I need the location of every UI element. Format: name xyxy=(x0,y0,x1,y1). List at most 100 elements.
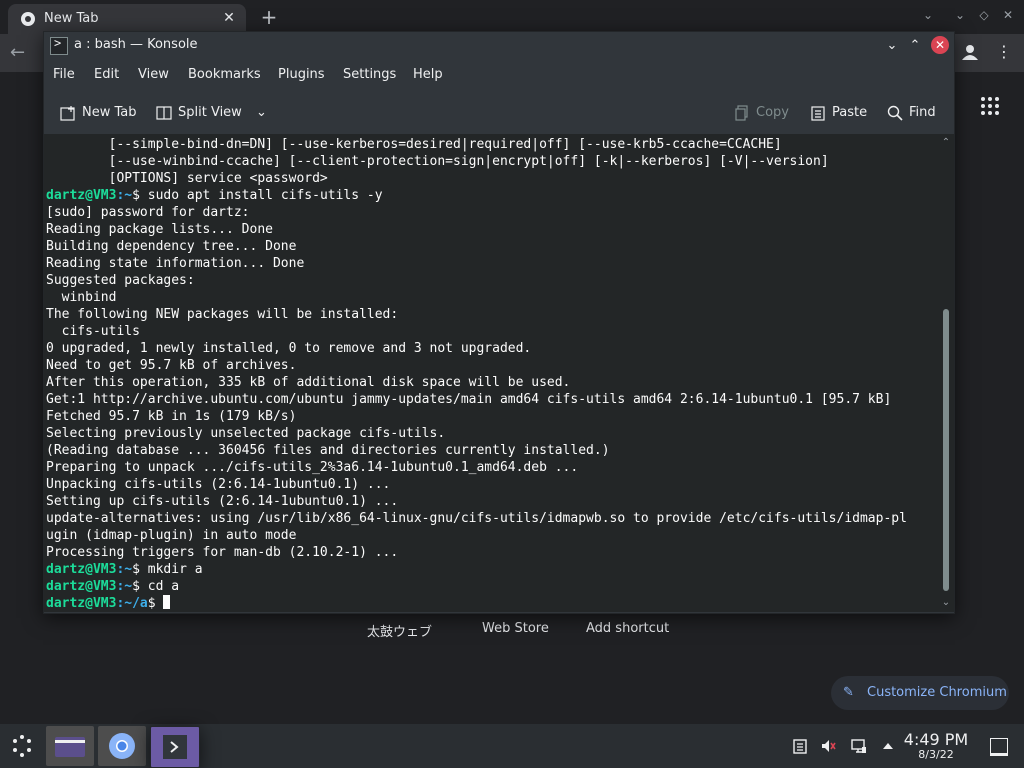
split-view-button[interactable]: Split View ⌄ xyxy=(156,102,267,124)
taskbar-chromium[interactable] xyxy=(98,726,146,766)
terminal-line: Reading package lists... Done xyxy=(46,222,273,237)
volume-muted-icon[interactable] xyxy=(820,738,836,754)
minimize-icon[interactable]: ⌄ xyxy=(950,8,970,26)
find-button[interactable]: Find xyxy=(887,102,936,124)
scroll-down-icon[interactable]: ⌄ xyxy=(938,596,954,610)
prompt-path: :~/a xyxy=(116,596,148,611)
scrollbar-thumb[interactable] xyxy=(943,309,949,591)
menu-plugins[interactable]: Plugins xyxy=(278,67,325,82)
menu-view[interactable]: View xyxy=(138,67,169,82)
copy-icon xyxy=(735,104,748,121)
menu-edit[interactable]: Edit xyxy=(94,67,119,82)
close-window-icon[interactable]: ✕ xyxy=(998,8,1018,26)
browser-menu-icon[interactable]: ⋮ xyxy=(996,42,1012,62)
tab-search-chevron-icon[interactable]: ⌄ xyxy=(918,8,938,26)
tab-close-icon[interactable]: ✕ xyxy=(220,9,238,27)
minimize-icon[interactable]: ⌄ xyxy=(883,37,901,55)
command-text: sudo apt install cifs-utils -y xyxy=(139,188,383,203)
customize-label: Customize Chromium xyxy=(867,685,1007,700)
clipboard-icon[interactable] xyxy=(792,738,808,754)
terminal-scrollbar[interactable]: ⌃ ⌄ xyxy=(938,134,954,612)
customize-chromium-button[interactable]: ✎ Customize Chromium xyxy=(831,676,1009,710)
terminal-output[interactable]: [--simple-bind-dn=DN] [--use-kerberos=de… xyxy=(44,134,938,612)
terminal-line: (Reading database ... 360456 files and d… xyxy=(46,443,610,458)
terminal-line: The following NEW packages will be insta… xyxy=(46,307,399,322)
digital-clock[interactable]: 4:49 PM 8/3/22 xyxy=(900,730,972,761)
prompt-user-host: dartz@VM3 xyxy=(46,562,117,577)
paste-button[interactable]: Paste xyxy=(810,102,867,124)
menu-settings[interactable]: Settings xyxy=(343,67,396,82)
scroll-up-icon[interactable]: ⌃ xyxy=(938,136,954,150)
terminal-cursor xyxy=(163,595,171,609)
terminal-line: After this operation, 335 kB of addition… xyxy=(46,375,571,390)
konsole-window-title: a : bash — Konsole xyxy=(74,37,198,52)
paste-label: Paste xyxy=(832,105,868,120)
profile-icon[interactable] xyxy=(960,42,980,62)
maximize-icon[interactable]: ◇ xyxy=(974,8,994,26)
terminal-line: Setting up cifs-utils (2:6.14-1ubuntu0.1… xyxy=(46,494,399,509)
terminal-line: ugin (idmap-plugin) in auto mode xyxy=(46,528,297,543)
terminal-line: cifs-utils xyxy=(46,324,140,339)
prompt-symbol: $ xyxy=(132,562,140,577)
terminal-line: [sudo] password for dartz: xyxy=(46,205,250,220)
konsole-app-icon xyxy=(50,36,68,55)
konsole-toolbar: New Tab Split View ⌄ Copy Paste Find xyxy=(44,94,954,132)
terminal-line: 0 upgraded, 1 newly installed, 0 to remo… xyxy=(46,341,532,356)
menu-help[interactable]: Help xyxy=(413,67,443,82)
terminal-line: [--use-winbind-ccache] [--client-protect… xyxy=(46,154,829,169)
menu-file[interactable]: File xyxy=(53,67,75,82)
new-tab-icon xyxy=(60,105,75,121)
browser-tab[interactable]: New Tab ✕ xyxy=(8,4,246,34)
prompt-user-host: dartz@VM3 xyxy=(46,579,117,594)
prompt-symbol: $ xyxy=(132,579,140,594)
prompt-path: :~ xyxy=(116,188,133,203)
maximize-icon[interactable]: ⌃ xyxy=(906,37,924,55)
new-tab-button[interactable]: New Tab xyxy=(60,102,137,124)
taskbar: 4:49 PM 8/3/22 xyxy=(0,724,1024,768)
find-label: Find xyxy=(909,105,936,120)
shortcut-taiko-web[interactable]: 太鼓ウェブ xyxy=(367,621,432,640)
konsole-titlebar[interactable]: a : bash — Konsole ⌄ ⌃ ✕ xyxy=(44,32,954,60)
prompt-path: :~ xyxy=(116,579,133,594)
menu-bookmarks[interactable]: Bookmarks xyxy=(188,67,261,82)
terminal-line: Fetched 95.7 kB in 1s (179 kB/s) xyxy=(46,409,297,424)
prompt-path: :~ xyxy=(116,562,133,577)
pencil-icon: ✎ xyxy=(843,685,854,700)
show-desktop-icon[interactable] xyxy=(990,738,1008,756)
terminal-line: Building dependency tree... Done xyxy=(46,239,297,254)
prompt-user-host: dartz@VM3 xyxy=(46,188,117,203)
split-view-icon xyxy=(156,105,172,120)
prompt-user-host: dartz@VM3 xyxy=(46,596,117,611)
tray-expand-icon[interactable] xyxy=(880,738,896,754)
chevron-down-icon: ⌄ xyxy=(255,105,267,120)
terminal-line: Get:1 http://archive.ubuntu.com/ubuntu j… xyxy=(46,392,892,407)
shortcut-web-store[interactable]: Web Store xyxy=(482,621,549,636)
new-tab-plus-icon[interactable]: + xyxy=(258,6,280,28)
konsole-menubar: File Edit View Bookmarks Plugins Setting… xyxy=(44,60,954,90)
copy-label: Copy xyxy=(756,105,789,120)
chromium-icon xyxy=(109,733,135,759)
close-icon[interactable]: ✕ xyxy=(931,36,949,54)
copy-button[interactable]: Copy xyxy=(734,102,789,124)
terminal-line: Processing triggers for man-db (2.10.2-1… xyxy=(46,545,399,560)
taskbar-konsole[interactable] xyxy=(150,726,200,768)
command-text: mkdir a xyxy=(139,562,203,577)
prompt-symbol: $ xyxy=(132,188,140,203)
shortcut-add[interactable]: Add shortcut xyxy=(586,621,669,636)
terminal-line: Selecting previously unselected package … xyxy=(46,426,446,441)
search-icon xyxy=(887,105,903,121)
network-icon[interactable] xyxy=(851,738,867,754)
new-tab-label: New Tab xyxy=(82,105,137,120)
browser-tab-title: New Tab xyxy=(44,11,99,26)
clock-date: 8/3/22 xyxy=(918,748,954,761)
app-launcher-icon[interactable] xyxy=(8,732,36,760)
taskbar-files[interactable] xyxy=(46,726,94,766)
clock-time: 4:49 PM xyxy=(903,730,969,749)
back-arrow-icon[interactable]: ← xyxy=(10,42,25,63)
google-apps-icon[interactable] xyxy=(980,96,1000,116)
terminal-line: Suggested packages: xyxy=(46,273,195,288)
terminal-line: Unpacking cifs-utils (2:6.14-1ubuntu0.1)… xyxy=(46,477,391,492)
chromium-icon xyxy=(21,12,35,26)
konsole-window: a : bash — Konsole ⌄ ⌃ ✕ File Edit View … xyxy=(43,31,955,614)
terminal-line: winbind xyxy=(46,290,117,305)
